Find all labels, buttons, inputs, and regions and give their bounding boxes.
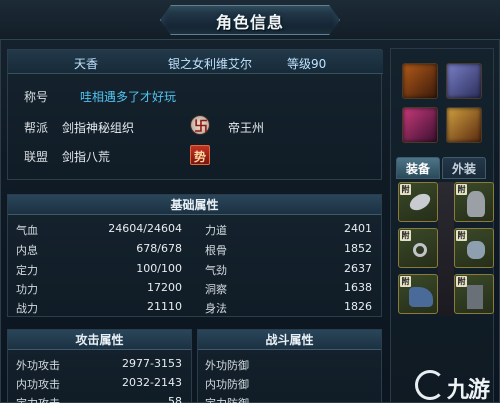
title-value[interactable]: 哇相遇多了才好玩 bbox=[80, 88, 176, 105]
gear-slot-amulet[interactable]: 附 bbox=[454, 228, 494, 268]
character-name: 银之女利维艾尔 bbox=[168, 57, 253, 71]
guild-emblem-glyph: 卐 bbox=[194, 119, 208, 135]
enchant-badge: 附 bbox=[456, 184, 467, 195]
gear-slot-ring[interactable]: 附 bbox=[398, 228, 438, 268]
stat-value-power: 17200 bbox=[147, 281, 182, 294]
stat-value-insight: 1638 bbox=[344, 281, 372, 294]
attack-attributes-header: 攻击属性 bbox=[8, 330, 191, 350]
enchant-badge: 附 bbox=[400, 276, 411, 287]
enchant-badge: 附 bbox=[456, 276, 467, 287]
stat-label-constitution: 根骨 bbox=[205, 244, 227, 257]
server-name: 帝王州 bbox=[228, 121, 265, 135]
ring-icon bbox=[413, 243, 427, 257]
window-title: 角色信息 bbox=[215, 13, 284, 32]
stat-value-strength: 2401 bbox=[344, 222, 372, 235]
stat-label-power: 功力 bbox=[16, 283, 38, 296]
stat-value-focus: 100/100 bbox=[136, 262, 182, 275]
basic-attributes-panel: 基础属性 bbox=[7, 194, 382, 317]
guild-emblem-icon: 卐 bbox=[190, 115, 210, 135]
alliance-value[interactable]: 剑指八荒 bbox=[62, 148, 110, 165]
character-level: 等级90 bbox=[287, 57, 327, 71]
def-label-focus: 定力防御 bbox=[205, 395, 249, 403]
tab-equipment[interactable]: 装备 bbox=[396, 157, 440, 179]
alliance-emblem-glyph: 势 bbox=[194, 150, 207, 164]
def-label-internal: 内功防御 bbox=[205, 378, 249, 391]
atk-label-internal: 内功攻击 bbox=[16, 378, 60, 391]
character-header-bar: 天香 银之女利维艾尔 等级90 bbox=[8, 50, 383, 74]
watermark-text: 九游 bbox=[447, 378, 490, 403]
atk-label-focus: 定力攻击 bbox=[16, 395, 60, 403]
stat-label-qi: 气劲 bbox=[205, 264, 227, 277]
atk-value-focus: 58 bbox=[168, 395, 182, 403]
enchant-badge: 附 bbox=[400, 184, 411, 195]
atk-value-external: 2977-3153 bbox=[122, 357, 182, 370]
stat-label-strength: 力道 bbox=[205, 224, 227, 237]
stat-value-agility: 1826 bbox=[344, 300, 372, 313]
watermark-logo: 九游 bbox=[415, 368, 500, 403]
stat-label-focus: 定力 bbox=[16, 264, 38, 277]
alliance-emblem-icon: 势 bbox=[190, 145, 210, 165]
stat-value-hp: 24604/24604 bbox=[108, 222, 182, 235]
belt-icon bbox=[467, 285, 483, 309]
character-portrait bbox=[438, 182, 454, 316]
gear-slot-boots[interactable]: 附 bbox=[398, 274, 438, 314]
atk-label-external: 外功攻击 bbox=[16, 359, 60, 372]
skill-slot-3[interactable] bbox=[402, 107, 438, 143]
stat-label-mp: 内息 bbox=[16, 244, 38, 257]
gear-slot-shoulder[interactable]: 附 bbox=[454, 182, 494, 222]
enchant-badge: 附 bbox=[400, 230, 411, 241]
enchant-badge: 附 bbox=[456, 230, 467, 241]
stat-value-constitution: 1852 bbox=[344, 242, 372, 255]
stat-label-hp: 气血 bbox=[16, 224, 38, 237]
boots-icon bbox=[409, 287, 433, 307]
stat-label-insight: 洞察 bbox=[205, 283, 227, 296]
alliance-label: 联盟 bbox=[24, 150, 49, 164]
skill-slot-4[interactable] bbox=[446, 107, 482, 143]
stat-value-qi: 2637 bbox=[344, 262, 372, 275]
watermark-icon bbox=[415, 370, 445, 400]
gear-slot-weapon[interactable]: 附 bbox=[398, 182, 438, 222]
stat-value-mp: 678/678 bbox=[136, 242, 182, 255]
def-label-external: 外功防御 bbox=[205, 359, 249, 372]
stat-label-agility: 身法 bbox=[205, 302, 227, 315]
skill-slot-1[interactable] bbox=[402, 63, 438, 99]
character-school: 天香 bbox=[74, 57, 99, 71]
armor-icon bbox=[467, 191, 485, 217]
stat-label-combat: 战力 bbox=[16, 302, 38, 315]
title-label: 称号 bbox=[24, 90, 49, 104]
tab-outfit[interactable]: 外装 bbox=[442, 157, 486, 179]
combat-attributes-header: 战斗属性 bbox=[198, 330, 381, 350]
atk-value-internal: 2032-2143 bbox=[122, 376, 182, 389]
gear-slot-belt[interactable]: 附 bbox=[454, 274, 494, 314]
guild-label: 帮派 bbox=[24, 121, 49, 135]
skill-slot-2[interactable] bbox=[446, 63, 482, 99]
guild-value[interactable]: 剑指神秘组织 bbox=[62, 119, 134, 136]
stat-value-combat: 21110 bbox=[147, 300, 182, 313]
amulet-icon bbox=[467, 241, 485, 259]
basic-attributes-header: 基础属性 bbox=[8, 195, 381, 215]
